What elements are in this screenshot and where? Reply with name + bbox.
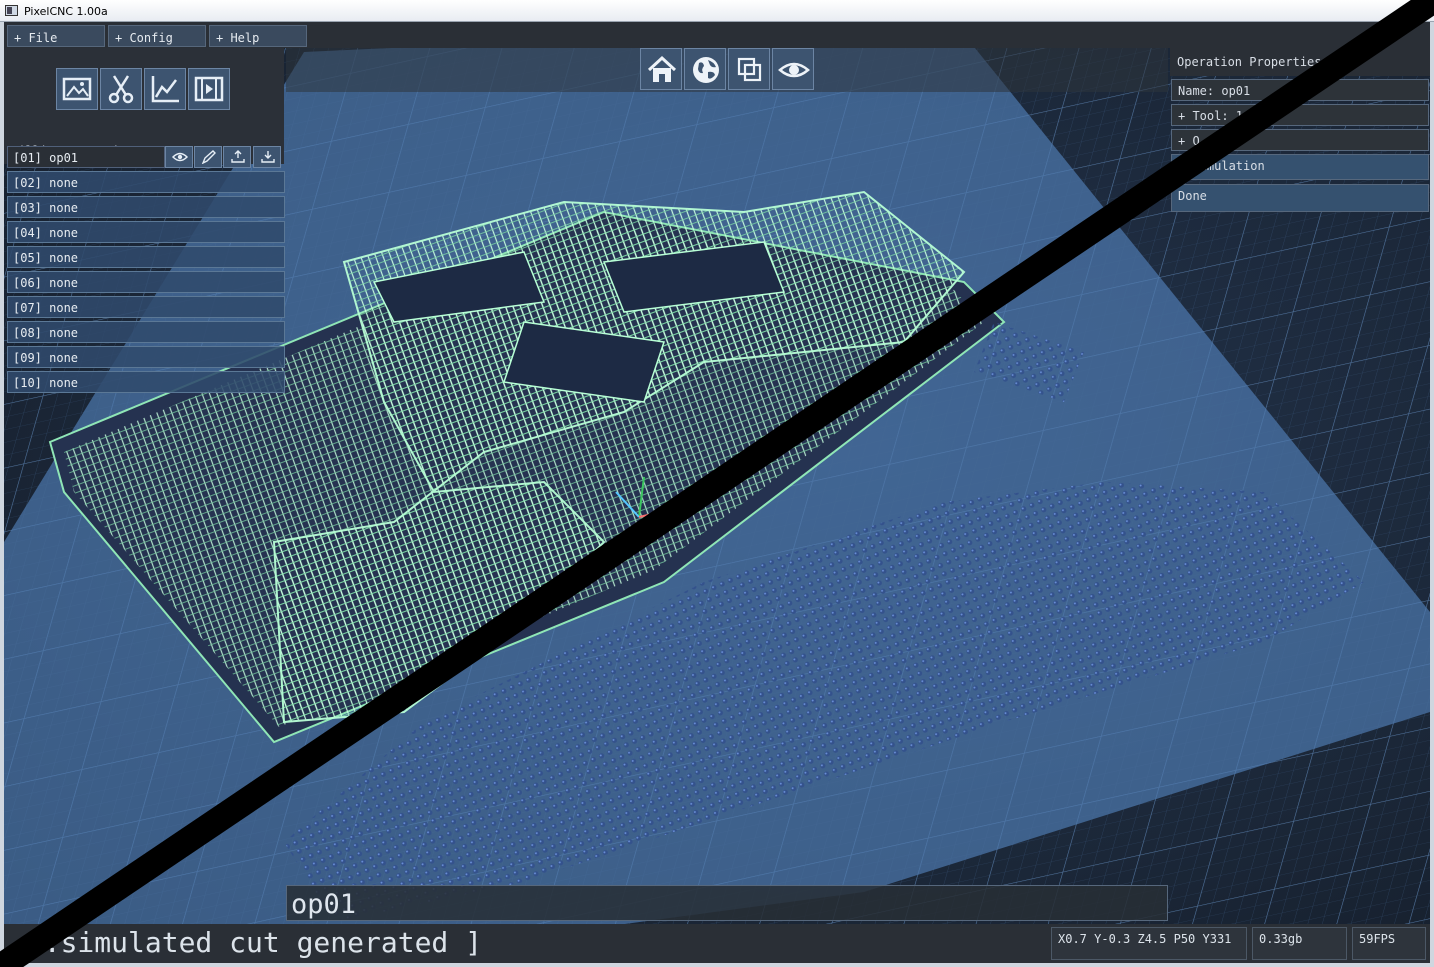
window-frame: [0, 22, 1434, 967]
title-bar: PixelCNC 1.00a: [0, 0, 1434, 22]
app-icon: [5, 5, 18, 16]
window-title: PixelCNC 1.00a: [24, 5, 108, 18]
